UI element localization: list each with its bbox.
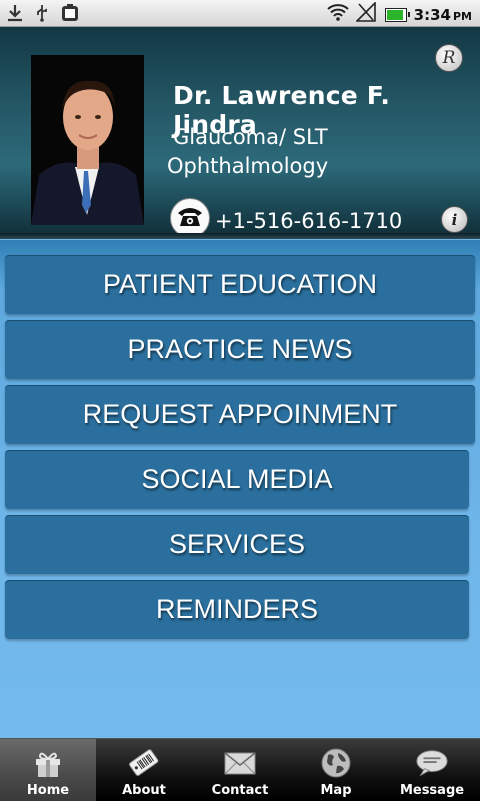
tab-home[interactable]: Home: [0, 739, 96, 801]
status-time: 3:34 PM: [413, 5, 472, 24]
telephone-icon: [176, 204, 204, 233]
reminders-button[interactable]: REMINDERS: [5, 580, 469, 639]
registered-r-button[interactable]: R: [435, 44, 463, 72]
status-bar: 3:34 PM: [0, 0, 480, 27]
tab-about-label: About: [122, 783, 166, 798]
battery-icon: [384, 7, 410, 22]
wifi-icon: [327, 3, 349, 26]
tab-map-label: Map: [320, 783, 352, 798]
services-button[interactable]: SERVICES: [5, 515, 469, 574]
status-bar-left: [6, 3, 80, 28]
doctor-department: Ophthalmology: [167, 154, 329, 178]
gift-icon: [31, 746, 65, 780]
tab-contact-label: Contact: [211, 783, 269, 798]
globe-icon: [319, 746, 353, 780]
call-button[interactable]: [170, 198, 210, 238]
doctor-specialty: Glaucoma/ SLT: [173, 125, 328, 149]
usb-icon: [34, 4, 50, 27]
bottom-tab-bar: Home About Contact Map Message: [0, 738, 480, 801]
tab-message-label: Message: [399, 783, 465, 798]
info-icon: i: [451, 210, 458, 229]
social-media-button[interactable]: SOCIAL MEDIA: [5, 450, 469, 509]
barcode-tag-icon: [127, 746, 161, 780]
practice-news-button[interactable]: PRACTICE NEWS: [5, 320, 475, 379]
tab-message[interactable]: Message: [384, 739, 480, 801]
status-bar-right: 3:34 PM: [327, 1, 472, 27]
tab-home-label: Home: [26, 783, 70, 798]
envelope-icon: [223, 746, 257, 780]
patient-education-button[interactable]: PATIENT EDUCATION: [5, 255, 475, 314]
phone-number[interactable]: +1-516-616-1710: [215, 209, 402, 233]
r-button-glyph: R: [442, 48, 456, 68]
profile-header: R Dr. Lawrence F. Jindra Glaucoma/ SLT O…: [0, 27, 480, 239]
request-appointment-button[interactable]: REQUEST APPOINMENT: [5, 385, 475, 444]
tab-contact[interactable]: Contact: [192, 739, 288, 801]
tab-map[interactable]: Map: [288, 739, 384, 801]
signal-icon: [354, 1, 378, 27]
chat-bubble-icon: [415, 746, 449, 780]
android-icon: [60, 3, 80, 28]
tab-about[interactable]: About: [96, 739, 192, 801]
doctor-photo: [31, 55, 144, 225]
info-button[interactable]: i: [441, 206, 468, 233]
main-menu: PATIENT EDUCATION PRACTICE NEWS REQUEST …: [0, 240, 480, 738]
download-icon: [6, 4, 24, 27]
